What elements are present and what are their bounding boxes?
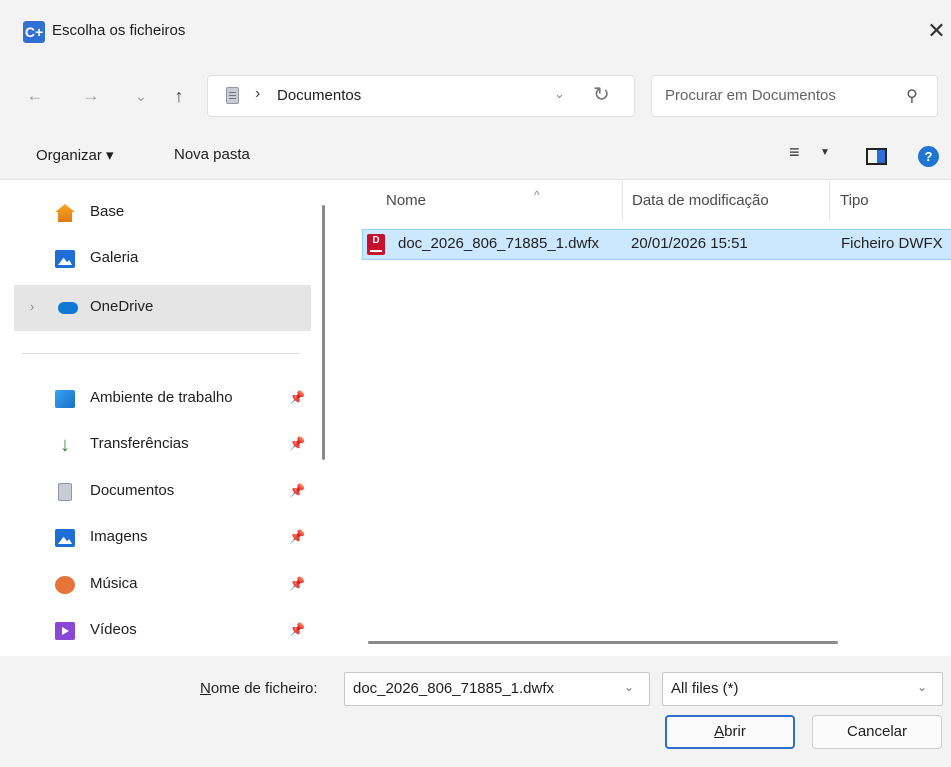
pin-icon: 📌 (289, 576, 306, 591)
pin-icon: 📌 (289, 436, 306, 451)
images-icon (55, 529, 75, 547)
column-divider[interactable] (829, 181, 830, 221)
sidebar-item-label: Vídeos (90, 621, 137, 638)
sidebar-item-label: Galeria (90, 249, 139, 266)
column-header-label: Nome (386, 192, 427, 209)
column-header-modified[interactable]: Data de modificação (632, 181, 822, 221)
videos-icon (55, 622, 75, 640)
up-icon[interactable]: ↑ (166, 82, 192, 110)
filename-value[interactable]: doc_2026_806_71885_1.dwfx (353, 680, 554, 697)
sidebar-item-ambiente-de-trabalho[interactable]: Ambiente de trabalho 📌 (0, 376, 321, 422)
chevron-right-icon[interactable]: › (30, 299, 34, 314)
sidebar-item-base[interactable]: Base (0, 190, 321, 236)
view-options-icon[interactable]: ≡ (789, 142, 800, 163)
dwfx-file-icon: D (367, 234, 385, 255)
sidebar-item-galeria[interactable]: Galeria (0, 236, 321, 282)
breadcrumb-location[interactable]: Documentos (277, 87, 361, 104)
chevron-down-icon[interactable]: ▼ (820, 147, 830, 158)
music-icon (55, 576, 75, 594)
chevron-down-icon[interactable]: ⌄ (554, 86, 565, 102)
search-input[interactable]: Procurar em Documentos (665, 87, 836, 104)
file-type: Ficheiro DWFX (841, 235, 943, 252)
refresh-icon[interactable]: ↻ (593, 82, 610, 107)
gallery-icon (55, 250, 75, 268)
sidebar-item-label: Transferências (90, 435, 189, 452)
back-icon[interactable]: ← (22, 82, 48, 110)
pin-icon: 📌 (289, 483, 306, 498)
onedrive-icon (58, 302, 78, 314)
chevron-down-icon[interactable]: ⌄ (624, 680, 634, 694)
sidebar-item-label: OneDrive (90, 298, 154, 315)
filename-field[interactable]: doc_2026_806_71885_1.dwfx ⌄ (344, 672, 650, 706)
file-modified: 20/01/2026 15:51 (631, 235, 748, 252)
open-label: brir (724, 723, 746, 740)
new-folder-button[interactable]: Nova pasta (174, 146, 250, 163)
title-bar: C+ Escolha os ficheiros ✕ (0, 0, 951, 64)
search-box[interactable]: Procurar em Documentos ⚲ (651, 75, 938, 117)
search-icon[interactable]: ⚲ (906, 86, 918, 106)
column-header-name[interactable]: Nome ^ (386, 181, 621, 221)
sidebar-item-documentos[interactable]: Documentos 📌 (0, 469, 321, 515)
pin-icon: 📌 (289, 622, 306, 637)
filename-label-text: ome de ficheiro: (210, 680, 318, 697)
organize-button[interactable]: Organizar ▾ (36, 146, 114, 164)
home-icon (55, 204, 75, 222)
column-header-type[interactable]: Tipo (840, 181, 940, 221)
documents-icon (226, 87, 239, 104)
address-bar[interactable]: › Documentos ⌄ ↻ (207, 75, 635, 117)
table-row[interactable]: D doc_2026_806_71885_1.dwfx 20/01/2026 1… (362, 229, 951, 260)
chevron-down-icon[interactable]: ⌄ (917, 680, 927, 694)
sidebar-item-transferencias[interactable]: ↓ Transferências 📌 (0, 422, 321, 468)
desktop-icon (55, 390, 75, 408)
dialog-footer: Nome de ficheiro: doc_2026_806_71885_1.d… (0, 656, 951, 767)
sidebar-item-label: Base (90, 203, 125, 220)
help-icon[interactable]: ? (918, 146, 939, 167)
navigation-pane: Base Galeria › OneDrive Ambiente de trab… (0, 181, 331, 656)
column-divider[interactable] (622, 181, 623, 221)
preview-pane-icon[interactable] (866, 148, 887, 165)
pin-icon: 📌 (289, 529, 306, 544)
breadcrumb-separator-icon[interactable]: › (255, 85, 260, 103)
recent-locations-icon[interactable]: ⌄ (128, 82, 154, 110)
sidebar-item-label: Ambiente de trabalho (90, 389, 233, 406)
sidebar-item-label: Imagens (90, 528, 148, 545)
forward-icon[interactable]: → (78, 82, 104, 110)
app-icon: C+ (23, 21, 45, 43)
sidebar-item-videos[interactable]: Vídeos 📌 (0, 608, 321, 654)
file-type-select[interactable]: All files (*) ⌄ (662, 672, 943, 706)
file-name: doc_2026_806_71885_1.dwfx (398, 235, 600, 252)
pin-icon: 📌 (289, 390, 306, 405)
cancel-button[interactable]: Cancelar (812, 715, 942, 749)
sidebar-item-imagens[interactable]: Imagens 📌 (0, 515, 321, 561)
sidebar-item-label: Documentos (90, 482, 175, 499)
sidebar-item-onedrive[interactable]: › OneDrive (14, 285, 311, 331)
command-bar: Organizar ▾ Nova pasta ≡ ▼ ? (0, 128, 951, 180)
file-type-value: All files (*) (671, 680, 739, 697)
sidebar-item-musica[interactable]: Música 📌 (0, 562, 321, 608)
open-accesskey: A (714, 723, 725, 740)
sidebar-scrollbar[interactable] (322, 205, 325, 460)
horizontal-scrollbar[interactable] (368, 641, 838, 644)
documents-icon (58, 483, 72, 501)
file-list: Nome ^ Data de modificação Tipo D doc_20… (341, 181, 951, 656)
sidebar-item-label: Música (90, 575, 138, 592)
download-icon: ↓ (60, 434, 70, 456)
filename-label-accesskey: N (200, 680, 211, 697)
window-title: Escolha os ficheiros (52, 22, 186, 39)
sidebar-divider (22, 353, 299, 354)
navigation-bar: ← → ⌄ ↑ › Documentos ⌄ ↻ Procurar em Doc… (0, 64, 951, 128)
filename-label: Nome de ficheiro: (200, 680, 318, 697)
close-icon[interactable]: ✕ (922, 15, 951, 47)
sort-ascending-icon: ^ (534, 188, 540, 202)
open-button[interactable]: Abrir (665, 715, 795, 749)
